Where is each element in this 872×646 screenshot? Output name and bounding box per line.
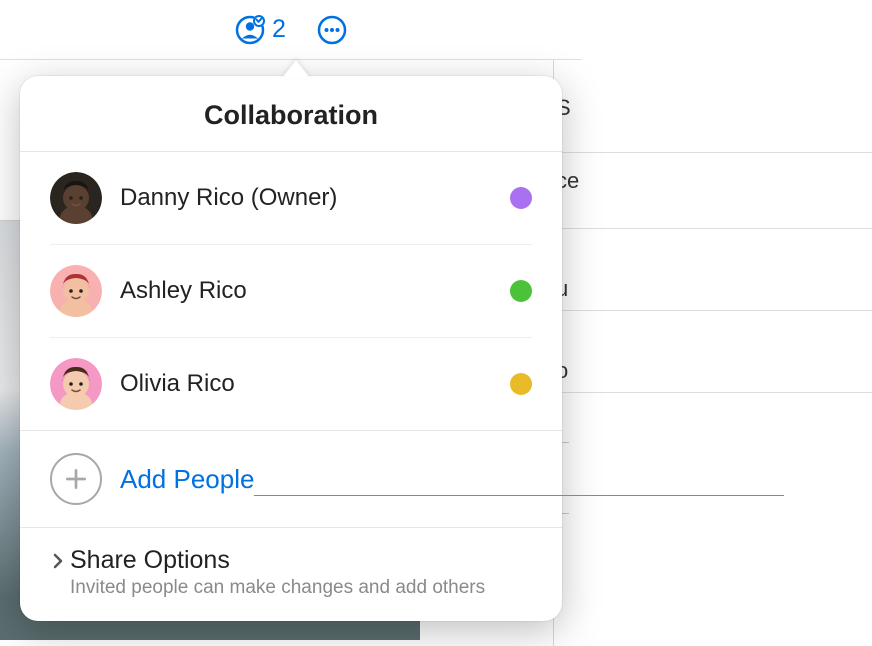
toolbar: 2: [0, 0, 582, 60]
sidebar-divider: [553, 152, 872, 153]
collaborator-row[interactable]: Ashley Rico: [50, 245, 532, 338]
sidebar-divider: [553, 310, 872, 311]
popover-title: Collaboration: [20, 76, 562, 152]
share-options-subtitle: Invited people can make changes and add …: [70, 577, 485, 599]
collaborator-name: Danny Rico (Owner): [120, 184, 510, 212]
popover-caret: [282, 60, 310, 78]
person-badge-icon: [234, 14, 266, 46]
presence-dot: [510, 280, 532, 302]
add-people-button[interactable]: Add People: [20, 431, 562, 527]
collaboration-toolbar-button[interactable]: 2: [234, 14, 286, 46]
sidebar-divider: [553, 392, 872, 393]
share-options-button[interactable]: Share Options Invited people can make ch…: [20, 528, 562, 621]
chevron-right-icon: [50, 553, 66, 569]
collaboration-popover: Collaboration Danny Rico (Owner) Ashley …: [20, 76, 562, 621]
avatar: [50, 172, 102, 224]
collaborator-name: Ashley Rico: [120, 277, 510, 305]
collaborator-count: 2: [272, 15, 286, 44]
collaborator-list: Danny Rico (Owner) Ashley Rico Olivia Ri…: [20, 152, 562, 430]
more-toolbar-button[interactable]: [316, 14, 348, 46]
sidebar-divider: [553, 228, 872, 229]
plus-icon: [63, 466, 89, 492]
presence-dot: [510, 373, 532, 395]
collaborator-row[interactable]: Olivia Rico: [50, 338, 532, 430]
plus-circle-icon: [50, 453, 102, 505]
avatar: [50, 265, 102, 317]
inspector-sidebar: [553, 60, 872, 646]
ellipsis-circle-icon: [316, 14, 348, 46]
share-options-title: Share Options: [70, 546, 485, 575]
callout-leader-line: [254, 495, 784, 496]
collaborator-name: Olivia Rico: [120, 370, 510, 398]
add-people-label: Add People: [120, 464, 254, 495]
avatar: [50, 358, 102, 410]
presence-dot: [510, 187, 532, 209]
collaborator-row[interactable]: Danny Rico (Owner): [50, 152, 532, 245]
